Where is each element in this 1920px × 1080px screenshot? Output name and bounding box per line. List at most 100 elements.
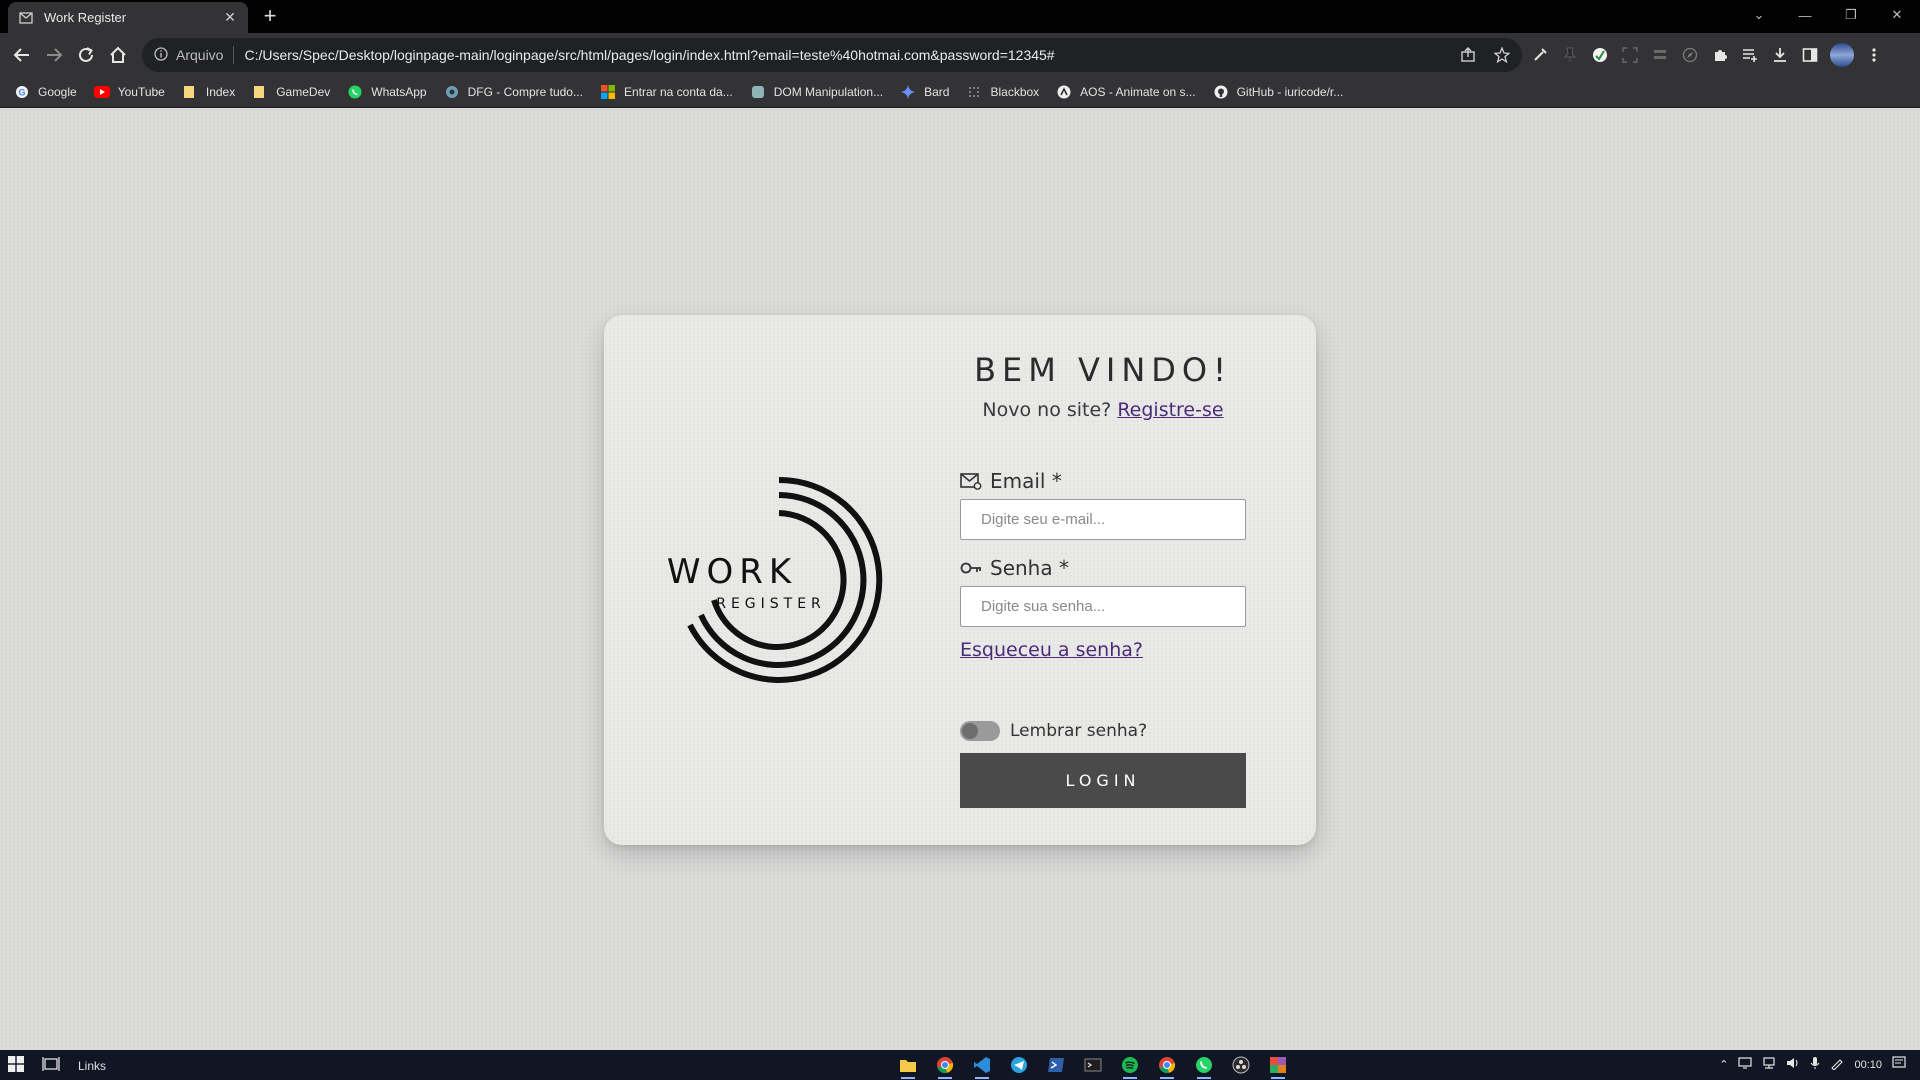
microphone-icon[interactable] <box>1810 1056 1820 1073</box>
address-bar[interactable]: Arquivo C:/Users/Spec/Desktop/loginpage-… <box>142 38 1522 72</box>
email-label-text: Email * <box>990 469 1062 493</box>
bookmark-microsoft[interactable]: Entrar na conta da... <box>600 84 733 100</box>
forgot-password-link[interactable]: Esqueceu a senha? <box>960 639 1143 661</box>
blackbox-icon <box>966 84 982 100</box>
display-icon[interactable] <box>1738 1057 1753 1072</box>
security-label: Arquivo <box>176 47 224 63</box>
bookmark-label: WhatsApp <box>371 85 427 99</box>
colorful-extension-icon[interactable] <box>1590 45 1610 65</box>
forward-icon[interactable] <box>42 43 66 67</box>
home-icon[interactable] <box>106 43 130 67</box>
back-icon[interactable] <box>10 43 34 67</box>
notification-icon[interactable] <box>1892 1056 1906 1073</box>
file-explorer-icon[interactable] <box>898 1055 918 1079</box>
bookmark-star-icon[interactable] <box>1492 45 1512 65</box>
password-label: Senha * <box>960 556 1246 580</box>
pen-icon[interactable] <box>1830 1056 1844 1073</box>
register-link[interactable]: Registre-se <box>1117 399 1223 421</box>
palette-app-icon[interactable] <box>1268 1055 1288 1079</box>
telegram-icon[interactable] <box>1009 1055 1029 1075</box>
microsoft-icon <box>600 84 616 100</box>
extensions-puzzle-icon[interactable] <box>1710 45 1730 65</box>
password-group: Senha * <box>960 556 1246 627</box>
chrome-icon[interactable] <box>935 1055 955 1079</box>
password-field[interactable] <box>960 586 1246 627</box>
windows-taskbar: Links ⌃ 00:10 <box>0 1050 1920 1080</box>
screenshot-icon[interactable] <box>1620 45 1640 65</box>
network-icon[interactable] <box>1762 1057 1776 1072</box>
spotify-icon[interactable] <box>1120 1055 1140 1079</box>
address-url[interactable]: C:/Users/Spec/Desktop/loginpage-main/log… <box>244 47 1522 63</box>
bookmark-label: DFG - Compre tudo... <box>467 85 583 99</box>
new-tab-button[interactable]: + <box>258 5 282 29</box>
bookmark-dom-manipulation[interactable]: DOM Manipulation... <box>750 84 883 100</box>
site-info-button[interactable]: Arquivo <box>154 46 224 64</box>
aos-icon <box>1056 84 1072 100</box>
close-tab-icon[interactable]: ✕ <box>222 9 238 26</box>
page-viewport: WORK REGISTER BEM VINDO! Novo no site? R… <box>0 108 1920 1050</box>
download-icon[interactable] <box>1770 45 1790 65</box>
email-field[interactable] <box>960 499 1246 540</box>
email-label: Email * <box>960 469 1246 493</box>
bookmark-google[interactable]: G Google <box>14 84 77 100</box>
profile-avatar[interactable] <box>1830 43 1854 67</box>
remember-toggle[interactable] <box>960 721 1000 741</box>
eyedropper-icon[interactable] <box>1530 45 1550 65</box>
browser-tab[interactable]: Work Register ✕ <box>8 2 248 33</box>
remember-label: Lembrar senha? <box>1010 721 1148 741</box>
bookmark-whatsapp[interactable]: WhatsApp <box>347 84 427 100</box>
dfg-icon <box>444 84 460 100</box>
powershell-icon[interactable] <box>1046 1055 1066 1075</box>
bookmark-label: GitHub - iuricode/r... <box>1236 85 1344 99</box>
pin-extension-icon[interactable] <box>1560 45 1580 65</box>
bookmark-label: Blackbox <box>990 85 1040 99</box>
minimize-icon[interactable]: — <box>1782 0 1828 30</box>
task-view-icon[interactable] <box>42 1056 60 1075</box>
bookmark-dfg[interactable]: DFG - Compre tudo... <box>444 84 583 100</box>
windows-start-icon[interactable] <box>8 1056 24 1075</box>
bookmark-index[interactable]: Index <box>182 84 235 100</box>
obs-icon[interactable] <box>1231 1055 1251 1075</box>
chrome-profile-icon[interactable] <box>1157 1055 1177 1079</box>
svg-text:G: G <box>18 88 25 98</box>
restore-icon[interactable]: ❐ <box>1828 0 1874 30</box>
bookmark-youtube[interactable]: YouTube <box>93 84 165 100</box>
login-button[interactable]: LOGIN <box>960 753 1246 808</box>
chevron-up-icon[interactable]: ⌃ <box>1719 1058 1728 1071</box>
envelope-icon <box>18 10 34 26</box>
clock-time[interactable]: 00:10 <box>1854 1059 1882 1071</box>
vscode-icon[interactable] <box>972 1055 992 1079</box>
bookmark-label: Bard <box>924 85 950 99</box>
whatsapp-icon[interactable] <box>1194 1055 1214 1079</box>
bookmark-blackbox[interactable]: Blackbox <box>966 84 1039 100</box>
page-title: BEM VINDO! <box>974 351 1232 389</box>
info-icon <box>154 46 168 64</box>
envelope-icon <box>960 471 984 491</box>
compass-extension-icon[interactable] <box>1680 45 1700 65</box>
toggle-knob <box>962 723 978 739</box>
bookmark-aos[interactable]: AOS - Animate on s... <box>1056 84 1196 100</box>
whatsapp-icon <box>347 84 363 100</box>
terminal-icon[interactable] <box>1083 1055 1103 1075</box>
volume-icon[interactable] <box>1786 1057 1800 1072</box>
side-panel-icon[interactable] <box>1800 45 1820 65</box>
bookmark-label: Index <box>205 85 236 99</box>
bookmark-label: DOM Manipulation... <box>773 85 884 99</box>
bookmark-bard[interactable]: Bard <box>900 84 949 100</box>
folder-icon <box>182 84 198 100</box>
logo-word-register: REGISTER <box>716 596 826 612</box>
bookmarks-bar: G Google YouTube Index GameDev WhatsApp … <box>0 77 1920 108</box>
share-icon[interactable] <box>1458 45 1478 65</box>
bookmark-github[interactable]: GitHub - iuricode/r... <box>1213 84 1344 100</box>
tab-search-icon[interactable]: ⌄ <box>1736 0 1782 30</box>
reading-list-icon[interactable] <box>1740 45 1760 65</box>
close-window-icon[interactable]: ✕ <box>1874 0 1920 30</box>
youtube-icon <box>93 84 110 100</box>
logo-word-work: WORK <box>667 552 797 592</box>
bookmark-gamedev[interactable]: GameDev <box>252 84 330 100</box>
layout-extension-icon[interactable] <box>1650 45 1670 65</box>
reload-icon[interactable] <box>74 43 98 67</box>
links-toolbar[interactable]: Links <box>78 1059 106 1073</box>
bookmark-label: Google <box>38 85 77 99</box>
menu-kebab-icon[interactable] <box>1864 45 1884 65</box>
